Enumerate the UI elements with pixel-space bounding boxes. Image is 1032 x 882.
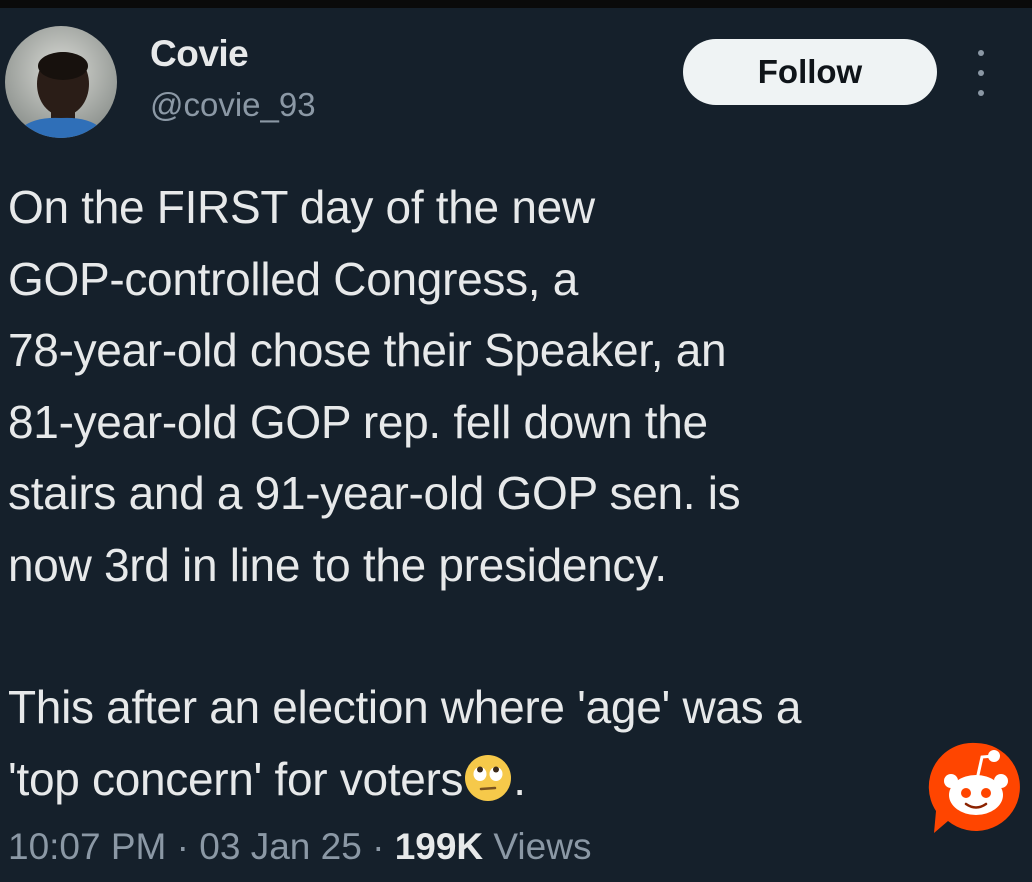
separator: · <box>361 826 395 867</box>
views-label: Views <box>493 826 592 867</box>
reddit-icon <box>926 737 1026 837</box>
avatar[interactable] <box>5 26 117 138</box>
display-name[interactable]: Covie <box>150 33 249 75</box>
more-vertical-icon[interactable] <box>966 50 996 96</box>
tweet-paragraph-2-end: . <box>513 752 526 805</box>
profile-photo-icon <box>5 26 117 138</box>
follow-button[interactable]: Follow <box>683 39 937 105</box>
tweet-body: On the FIRST day of the new GOP-controll… <box>8 172 1008 815</box>
tweet-paragraph-2: This after an election where 'age' was a… <box>8 672 1008 815</box>
tweet-meta: 10:07 PM · 03 Jan 25 · 199K Views <box>8 826 591 868</box>
tweet-screenshot: Covie @covie_93 Follow On the FIRST day … <box>0 0 1032 882</box>
dot <box>978 70 984 76</box>
tweet-paragraph-1: On the FIRST day of the new GOP-controll… <box>8 181 741 591</box>
tweet-paragraph-2-text: This after an election where 'age' was a… <box>8 681 802 805</box>
tweet-date[interactable]: 03 Jan 25 <box>199 826 362 867</box>
user-handle[interactable]: @covie_93 <box>150 86 316 124</box>
dot <box>978 90 984 96</box>
views-count[interactable]: 199K <box>395 826 483 867</box>
tweet-time[interactable]: 10:07 PM <box>8 826 166 867</box>
eye-roll-emoji-icon <box>465 754 512 801</box>
reddit-watermark <box>928 742 1020 833</box>
separator: · <box>166 826 200 867</box>
dot <box>978 50 984 56</box>
top-border <box>0 0 1032 8</box>
